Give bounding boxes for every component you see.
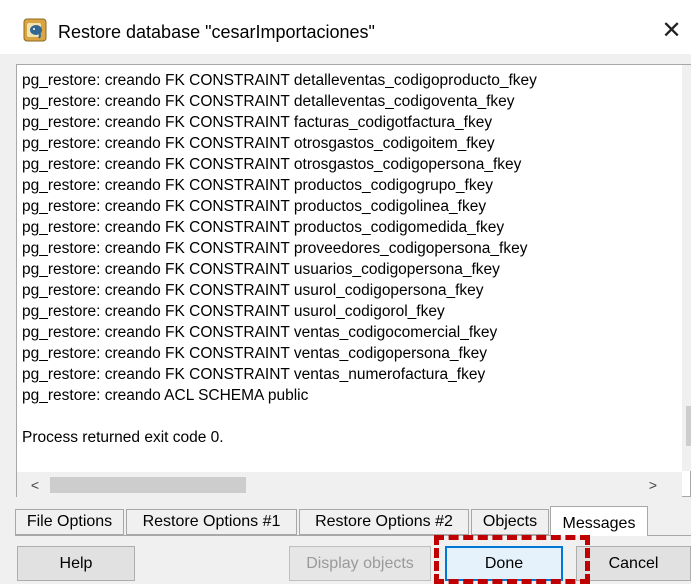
tab-file-options[interactable]: File Options (15, 509, 124, 535)
vertical-scrollbar[interactable]: ⌃ ⌄ (682, 65, 691, 471)
tab-messages[interactable]: Messages (550, 506, 648, 536)
window-title: Restore database "cesarImportaciones" (58, 22, 375, 42)
log-line: pg_restore: creando FK CONSTRAINT detall… (22, 72, 537, 89)
log-line: pg_restore: creando FK CONSTRAINT produc… (22, 177, 493, 194)
log-line: pg_restore: creando FK CONSTRAINT ventas… (22, 366, 486, 383)
horizontal-scrollbar[interactable]: < > (17, 472, 682, 497)
log-line: pg_restore: creando FK CONSTRAINT ventas… (22, 345, 487, 362)
help-button[interactable]: Help (17, 546, 135, 581)
log-line: pg_restore: creando FK CONSTRAINT usuari… (22, 261, 500, 278)
log-line: pg_restore: creando FK CONSTRAINT produc… (22, 219, 505, 236)
messages-log[interactable]: pg_restore: creando FK CONSTRAINT detall… (16, 64, 691, 497)
title-bar: Restore database "cesarImportaciones" ✕ (0, 0, 691, 54)
cancel-button[interactable]: Cancel (576, 546, 691, 581)
log-line: pg_restore: creando FK CONSTRAINT ventas… (22, 324, 498, 341)
tab-bar: File Options Restore Options #1 Restore … (15, 506, 691, 536)
log-line: pg_restore: creando FK CONSTRAINT usurol… (22, 303, 445, 320)
log-line: pg_restore: creando FK CONSTRAINT otrosg… (22, 156, 522, 173)
log-lines: pg_restore: creando FK CONSTRAINT detall… (22, 70, 662, 448)
log-line: pg_restore: creando FK CONSTRAINT detall… (22, 93, 515, 110)
tab-restore-options-2[interactable]: Restore Options #2 (299, 509, 469, 535)
vertical-scroll-thumb[interactable] (686, 406, 691, 446)
log-line: pg_restore: creando FK CONSTRAINT produc… (22, 198, 487, 215)
log-line: pg_restore: creando FK CONSTRAINT otrosg… (22, 135, 495, 152)
log-line: pg_restore: creando ACL SCHEMA public (22, 387, 309, 404)
pgadmin-elephant-icon (23, 18, 47, 42)
tab-restore-options-1[interactable]: Restore Options #1 (126, 509, 297, 535)
close-icon[interactable]: ✕ (652, 12, 691, 50)
scroll-left-icon[interactable]: < (23, 472, 47, 497)
scroll-right-icon[interactable]: > (641, 472, 665, 497)
done-highlight-annotation (434, 535, 590, 584)
horizontal-scroll-thumb[interactable] (50, 477, 246, 493)
log-blank-line (22, 406, 662, 427)
scroll-up-icon[interactable]: ⌃ (682, 67, 691, 89)
log-line: pg_restore: creando FK CONSTRAINT provee… (22, 240, 528, 257)
tab-objects[interactable]: Objects (471, 509, 549, 535)
display-objects-button[interactable]: Display objects (289, 546, 431, 581)
scroll-down-icon[interactable]: ⌄ (682, 448, 691, 470)
log-line: pg_restore: creando FK CONSTRAINT factur… (22, 114, 493, 131)
log-line: pg_restore: creando FK CONSTRAINT usurol… (22, 282, 484, 299)
exit-message: Process returned exit code 0. (22, 429, 224, 446)
